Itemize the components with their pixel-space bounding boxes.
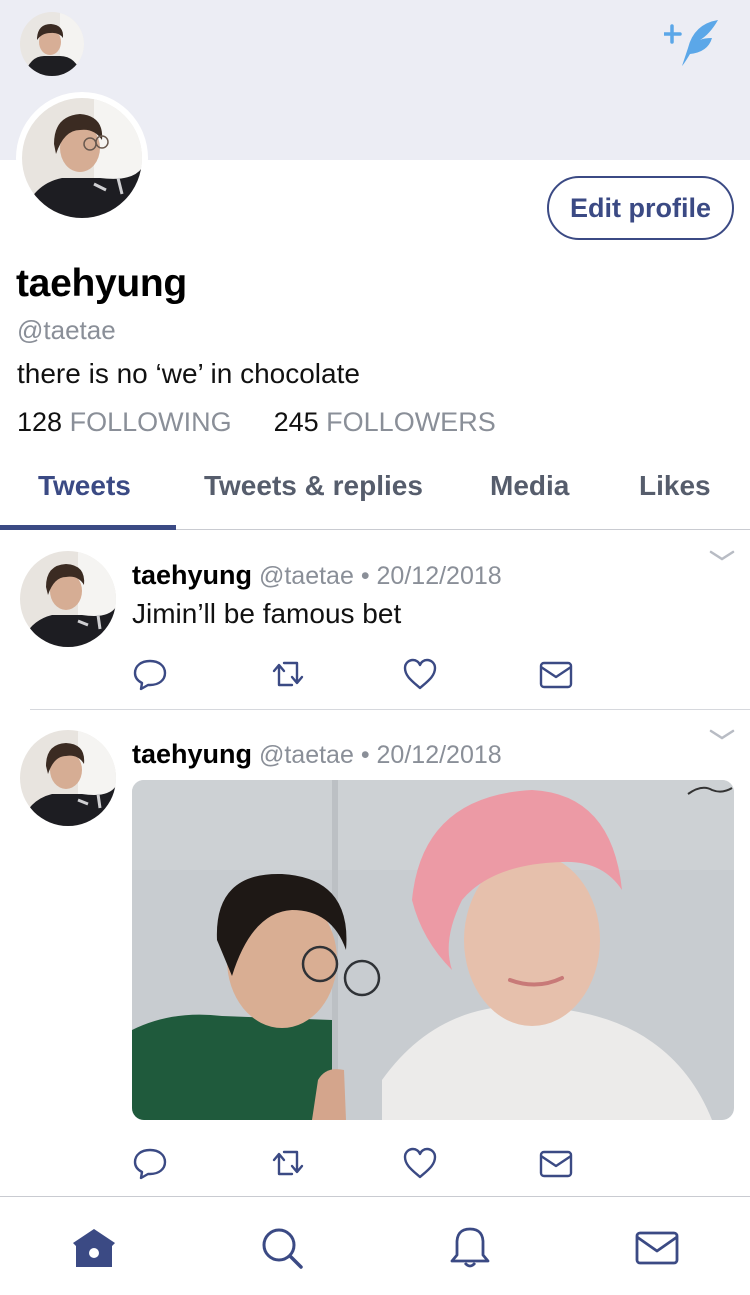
profile-stats: 128 FOLLOWING 245 FOLLOWERS — [17, 407, 496, 438]
followers-label: FOLLOWERS — [326, 407, 496, 437]
bottom-nav-bar — [0, 1196, 750, 1295]
tweet-text: Jimin’ll be famous bet — [132, 598, 402, 629]
tab-tweets-replies[interactable]: Tweets & replies — [204, 470, 423, 502]
tweet-actions — [132, 656, 582, 692]
tweet-header: taehyung @taetae • 20/12/2018 — [132, 739, 502, 770]
following-label: FOLLOWING — [69, 407, 232, 437]
tweet-photo[interactable] — [132, 780, 734, 1120]
home-icon[interactable] — [71, 1225, 117, 1271]
tweet-avatar[interactable] — [20, 730, 116, 826]
tweet-avatar[interactable] — [20, 551, 116, 647]
following-count: 128 — [17, 407, 63, 437]
retweet-icon[interactable] — [270, 1145, 306, 1181]
tweet-separator: • — [360, 741, 370, 769]
tweet-date: 20/12/2018 — [376, 741, 502, 769]
profile-avatar[interactable] — [16, 92, 148, 224]
tab-tweets[interactable]: Tweets — [38, 470, 131, 502]
tweet-date: 20/12/2018 — [376, 562, 502, 590]
heart-icon[interactable] — [402, 656, 438, 692]
profile-handle: @taetae — [17, 315, 116, 345]
envelope-icon[interactable] — [538, 656, 574, 692]
tweet-author-name[interactable]: taehyung — [132, 560, 252, 590]
compose-tweet-button[interactable] — [662, 16, 722, 70]
tweet-author-name[interactable]: taehyung — [132, 739, 252, 769]
heart-icon[interactable] — [402, 1145, 438, 1181]
followers-count: 245 — [273, 407, 319, 437]
retweet-icon[interactable] — [270, 656, 306, 692]
tweet-divider — [30, 709, 750, 710]
chevron-down-icon[interactable] — [708, 548, 736, 564]
quill-sparkle-icon — [662, 20, 718, 66]
tweet-actions — [132, 1145, 582, 1181]
tab-media[interactable]: Media — [490, 470, 569, 502]
chevron-down-icon[interactable] — [708, 727, 736, 743]
envelope-icon[interactable] — [634, 1225, 680, 1271]
active-tab-indicator — [0, 525, 176, 530]
tweet-separator: • — [360, 562, 370, 590]
reply-icon[interactable] — [132, 656, 168, 692]
bell-icon[interactable] — [447, 1225, 493, 1271]
tweet-header: taehyung @taetae • 20/12/2018 — [132, 560, 502, 591]
profile-display-name: taehyung — [16, 262, 187, 305]
reply-icon[interactable] — [132, 1145, 168, 1181]
profile-bio: there is no ‘we’ in chocolate — [17, 358, 360, 389]
tweet-author-handle: @taetae — [258, 562, 354, 590]
search-icon[interactable] — [259, 1225, 305, 1271]
tweet-author-handle: @taetae — [258, 741, 354, 769]
edit-profile-button[interactable]: Edit profile — [547, 176, 734, 240]
nav-avatar[interactable] — [20, 12, 84, 76]
envelope-icon[interactable] — [538, 1145, 574, 1181]
following-link[interactable]: 128 FOLLOWING — [17, 407, 232, 437]
followers-link[interactable]: 245 FOLLOWERS — [274, 407, 496, 437]
profile-tabs: Tweets Tweets & replies Media Likes — [0, 452, 750, 530]
tab-likes[interactable]: Likes — [639, 470, 711, 502]
